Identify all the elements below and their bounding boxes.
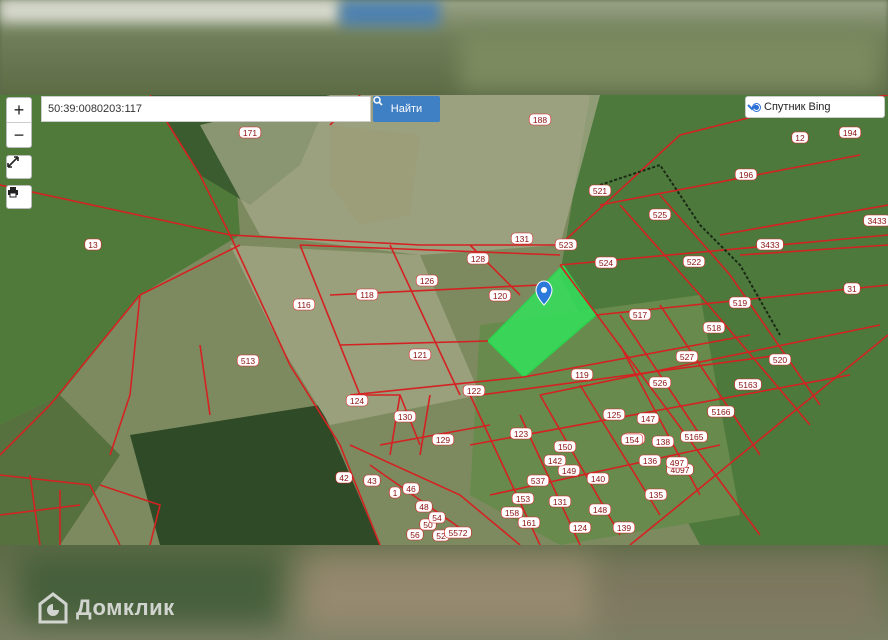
parcel-label[interactable]: 12 xyxy=(795,133,805,143)
parcel-label[interactable]: 123 xyxy=(514,429,528,439)
parcel-label[interactable]: 121 xyxy=(413,350,427,360)
brand-watermark: Домклик xyxy=(38,592,175,624)
parcel-label[interactable]: 5572 xyxy=(449,528,468,538)
parcel-label[interactable]: 54 xyxy=(432,513,442,523)
parcel-label[interactable]: 46 xyxy=(406,484,416,494)
chevron-down-icon xyxy=(747,104,757,111)
parcel-label[interactable]: 5163 xyxy=(739,380,758,390)
parcel-label[interactable]: 513 xyxy=(241,356,255,366)
parcel-label[interactable]: 154 xyxy=(625,435,639,445)
search-button[interactable]: Найти xyxy=(373,96,440,122)
parcel-label[interactable]: 196 xyxy=(739,170,753,180)
parcel-label[interactable]: 161 xyxy=(522,518,536,528)
parcel-label[interactable]: 124 xyxy=(350,396,364,406)
parcel-label[interactable]: 124 xyxy=(573,523,587,533)
parcel-label[interactable]: 3433 xyxy=(761,240,780,250)
parcel-label[interactable]: 119 xyxy=(575,370,589,380)
parcel-label[interactable]: 135 xyxy=(649,490,663,500)
parcel-label[interactable]: 48 xyxy=(419,502,429,512)
parcel-label[interactable]: 125 xyxy=(607,410,621,420)
parcel-label[interactable]: 116 xyxy=(297,300,311,310)
zoom-control: + − xyxy=(6,97,32,148)
parcel-label[interactable]: 5165 xyxy=(685,432,704,442)
cadastral-map[interactable]: 171 188 194 12 196 3433 3433 31 521 525 13 131 523 52… xyxy=(0,95,888,545)
parcel-label[interactable]: 118 xyxy=(360,290,374,300)
brand-name: Домклик xyxy=(76,595,175,620)
print-button[interactable] xyxy=(6,185,32,209)
parcel-label[interactable]: 126 xyxy=(420,276,434,286)
parcel-label[interactable]: 131 xyxy=(553,497,567,507)
parcel-label[interactable]: 130 xyxy=(398,412,412,422)
search-button-label: Найти xyxy=(390,103,423,115)
home-logo-icon xyxy=(38,592,68,624)
search-icon xyxy=(373,96,383,106)
printer-icon xyxy=(8,187,18,198)
parcel-label[interactable]: 148 xyxy=(593,505,607,515)
parcel-label[interactable]: 523 xyxy=(559,240,573,250)
parcel-label[interactable]: 497 xyxy=(670,458,684,468)
parcel-label[interactable]: 527 xyxy=(680,352,694,362)
parcel-label[interactable]: 147 xyxy=(641,414,655,424)
parcel-label[interactable]: 194 xyxy=(843,128,857,138)
parcel-label[interactable]: 149 xyxy=(562,466,576,476)
parcel-label[interactable]: 524 xyxy=(599,258,613,268)
parcel-label[interactable]: 153 xyxy=(516,494,530,504)
parcel-label[interactable]: 526 xyxy=(653,378,667,388)
layer-select[interactable]: Спутник Bing xyxy=(745,96,885,118)
parcel-label[interactable]: 136 xyxy=(643,456,657,466)
parcel-label[interactable]: 142 xyxy=(548,456,562,466)
parcel-label[interactable]: 188 xyxy=(533,115,547,125)
expand-icon xyxy=(7,156,19,168)
parcel-label[interactable]: 138 xyxy=(656,437,670,447)
parcel-label[interactable]: 56 xyxy=(410,530,420,540)
parcel-label[interactable]: 150 xyxy=(558,442,572,452)
parcel-label[interactable]: 5166 xyxy=(712,407,731,417)
parcel-label[interactable]: 122 xyxy=(467,386,481,396)
parcel-label[interactable]: 131 xyxy=(515,234,529,244)
parcel-label[interactable]: 518 xyxy=(707,323,721,333)
parcel-label[interactable]: 158 xyxy=(505,508,519,518)
parcel-label[interactable]: 1 xyxy=(393,488,398,498)
search-input[interactable]: 50:39:0080203:117 xyxy=(41,96,371,122)
parcel-label[interactable]: 140 xyxy=(591,474,605,484)
parcel-label[interactable]: 120 xyxy=(493,291,507,301)
parcel-label[interactable]: 520 xyxy=(773,355,787,365)
parcel-label[interactable]: 171 xyxy=(243,128,257,138)
parcel-label[interactable]: 525 xyxy=(653,210,667,220)
parcel-label[interactable]: 129 xyxy=(436,435,450,445)
parcel-label[interactable]: 13 xyxy=(88,240,98,250)
parcel-label[interactable]: 521 xyxy=(593,186,607,196)
parcel-label[interactable]: 517 xyxy=(633,310,647,320)
parcel-label[interactable]: 31 xyxy=(847,284,857,294)
parcel-label[interactable]: 3433 xyxy=(868,216,887,226)
parcel-label[interactable]: 128 xyxy=(471,254,485,264)
parcel-label[interactable]: 139 xyxy=(617,523,631,533)
fullscreen-button[interactable] xyxy=(6,155,32,179)
parcel-label[interactable]: 522 xyxy=(687,257,701,267)
zoom-in-button[interactable]: + xyxy=(7,98,31,122)
zoom-out-button[interactable]: − xyxy=(7,122,31,147)
map-canvas: 171 188 194 12 196 3433 3433 31 521 525 13 131 523 52… xyxy=(0,95,888,545)
parcel-label[interactable]: 537 xyxy=(531,476,545,486)
layer-select-value: Спутник Bing xyxy=(764,101,831,113)
parcel-label[interactable]: 43 xyxy=(367,476,377,486)
parcel-label[interactable]: 42 xyxy=(339,473,349,483)
backdrop-top xyxy=(0,0,888,95)
parcel-label[interactable]: 519 xyxy=(733,298,747,308)
